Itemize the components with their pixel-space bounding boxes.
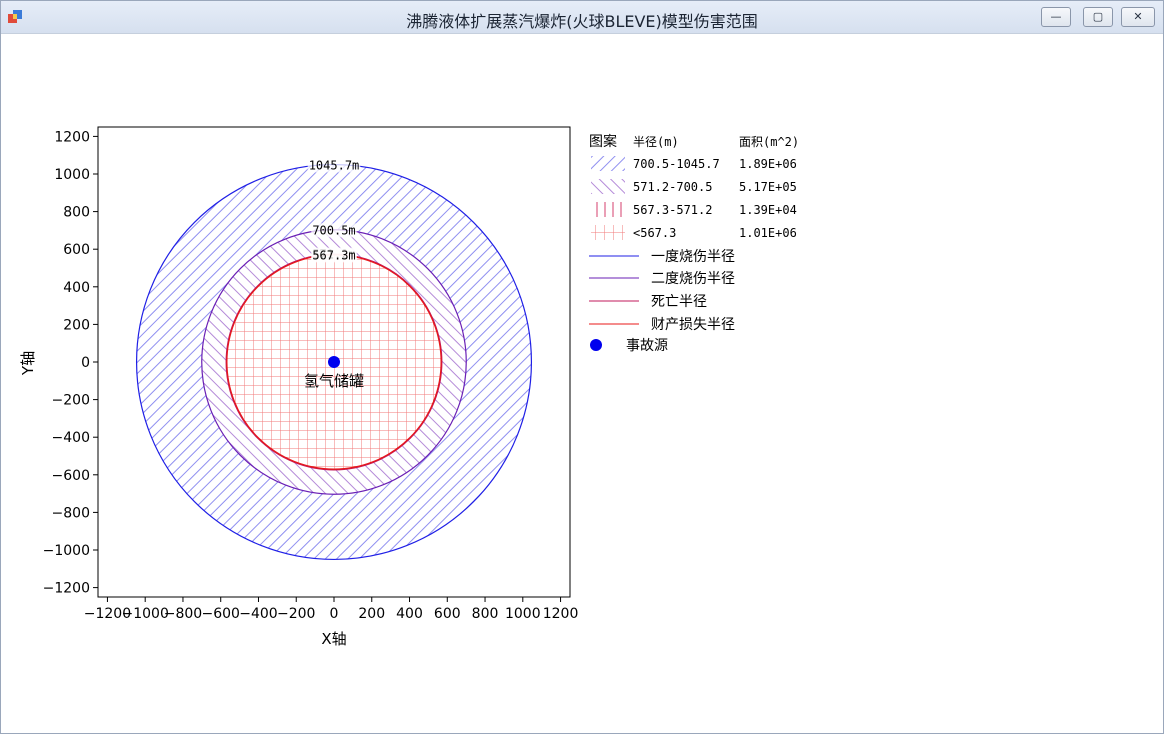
x-tick-label-1: −1000 [122, 606, 169, 622]
radius-label-2: 700.5m [312, 223, 355, 237]
radius-label-1: 1045.7m [309, 158, 360, 172]
legend-line-2-label: 二度烧伤半径 [651, 271, 735, 287]
legend: 图案 半径(m) 面积(m^2) 700.5-1045.7 1.89E+06 5… [589, 133, 799, 354]
x-tick-label-11: 1000 [505, 606, 541, 622]
x-axis: −1200−1000−800 −600 −400 −200 0 200 400 600 800 1… [84, 597, 579, 622]
title-bar: 沸腾液体扩展蒸汽爆炸(火球BLEVE)模型伤害范围 — ▢ ✕ [1, 1, 1163, 34]
x-tick-label-8: 400 [396, 606, 423, 622]
legend-zone-4-area: 1.01E+06 [739, 226, 797, 240]
chart: 1045.7m700.5m571.2m567.3m 氢气储罐 −1200−100… [19, 126, 799, 648]
x-tick-label-2: −800 [164, 606, 202, 622]
app-window: 沸腾液体扩展蒸汽爆炸(火球BLEVE)模型伤害范围 — ▢ ✕ 1045.7m … [0, 0, 1164, 734]
legend-swatch-zone-3 [591, 202, 625, 217]
y-tick-label-12: −1200 [43, 581, 90, 597]
y-tick-label-6: 0 [81, 355, 90, 371]
legend-swatch-zone-1 [591, 156, 625, 171]
plot-area: 1045.7m700.5m571.2m567.3m 氢气储罐 [97, 126, 571, 598]
x-tick-label-5: −200 [277, 606, 315, 622]
legend-swatch-zone-4 [591, 225, 625, 240]
source-marker [328, 356, 340, 368]
y-tick-label-5: 200 [63, 317, 90, 333]
legend-zone-1-range: 700.5-1045.7 [633, 157, 720, 171]
x-axis-label: X轴 [321, 630, 346, 648]
legend-swatch-zone-2 [591, 179, 625, 194]
legend-source-label: 事故源 [626, 338, 668, 354]
legend-zone-2-range: 571.2-700.5 [633, 180, 712, 194]
legend-header-pattern: 图案 [589, 133, 617, 150]
x-tick-label-9: 600 [434, 606, 461, 622]
x-tick-label-4: −400 [239, 606, 277, 622]
maximize-button[interactable]: ▢ [1083, 7, 1113, 27]
y-tick-label-0: 1200 [54, 129, 90, 145]
legend-zone-3-range: 567.3-571.2 [633, 203, 712, 217]
source-label: 氢气储罐 [304, 372, 364, 390]
window-title: 沸腾液体扩展蒸汽爆炸(火球BLEVE)模型伤害范围 [406, 12, 758, 31]
legend-zone-3-area: 1.39E+04 [739, 203, 797, 217]
x-tick-label-10: 800 [472, 606, 499, 622]
legend-zone-2-area: 5.17E+05 [739, 180, 797, 194]
legend-zone-1-area: 1.89E+06 [739, 157, 797, 171]
legend-line-1-label: 一度烧伤半径 [651, 249, 735, 265]
y-tick-label-10: −800 [52, 505, 90, 521]
x-tick-label-7: 200 [358, 606, 385, 622]
y-tick-label-7: −200 [52, 393, 90, 409]
legend-source-marker [590, 339, 602, 351]
y-tick-label-1: 1000 [54, 167, 90, 183]
x-tick-label-6: 0 [330, 606, 339, 622]
legend-header-area: 面积(m^2) [739, 135, 799, 149]
legend-line-3-label: 死亡半径 [651, 294, 707, 310]
legend-header-radius: 半径(m) [633, 135, 679, 149]
legend-line-4-label: 财产损失半径 [651, 317, 735, 333]
x-tick-label-12: 1200 [543, 606, 579, 622]
close-button[interactable]: ✕ [1121, 7, 1155, 27]
y-tick-label-8: −400 [52, 430, 90, 446]
y-tick-label-4: 400 [63, 280, 90, 296]
y-tick-label-2: 800 [63, 205, 90, 221]
legend-zone-4-range: <567.3 [633, 226, 676, 240]
y-tick-label-11: −1000 [43, 543, 90, 559]
y-tick-label-9: −600 [52, 468, 90, 484]
x-tick-label-3: −600 [201, 606, 239, 622]
y-axis-label: Y轴 [19, 351, 37, 376]
radius-label-4: 567.3m [312, 248, 355, 262]
minimize-button[interactable]: — [1041, 7, 1071, 27]
y-axis: 1200 1000 800 600 400 200 0 −200 −400 −600 −800 −10… [43, 129, 98, 597]
y-tick-label-3: 600 [63, 242, 90, 258]
